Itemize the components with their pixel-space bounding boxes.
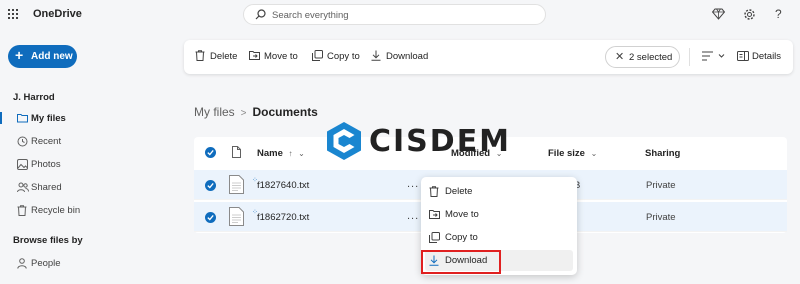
column-header-file-size[interactable]: File size ⌄ <box>548 148 597 159</box>
search-icon <box>255 9 266 20</box>
sharing-status: Private <box>646 212 676 223</box>
gear-icon[interactable] <box>743 8 756 21</box>
waffle-icon[interactable] <box>8 9 18 19</box>
top-bar: OneDrive Search everything ? <box>0 0 800 30</box>
row-checkbox[interactable] <box>205 212 216 223</box>
move-to-button[interactable]: Move to <box>249 50 301 64</box>
context-menu-delete[interactable]: Delete <box>425 181 573 202</box>
selection-count-badge[interactable]: ✕ 2 selected <box>605 46 680 68</box>
sidebar-item-label: My files <box>31 113 66 124</box>
chevron-down-icon: ⌄ <box>590 149 598 158</box>
column-name-label: Name <box>257 148 283 159</box>
column-header-sharing[interactable]: Sharing <box>645 148 680 159</box>
download-label: Download <box>386 51 429 62</box>
context-menu-label: Copy to <box>445 232 478 243</box>
sidebar-item-label: Recycle bin <box>31 205 81 216</box>
move-to-label: Move to <box>264 51 298 62</box>
move-icon <box>429 210 440 219</box>
checkmark-icon <box>207 149 214 156</box>
file-name[interactable]: f1862720.txt <box>257 212 309 223</box>
context-menu-move-to[interactable]: Move to <box>425 204 573 225</box>
sidebar-item-recycle-bin[interactable]: Recycle bin <box>0 200 160 220</box>
search-box[interactable]: Search everything <box>243 4 546 25</box>
sidebar-item-shared[interactable]: Shared <box>0 177 160 197</box>
trash-icon <box>195 50 205 61</box>
row-checkbox[interactable] <box>205 180 216 191</box>
sidebar-item-label: Shared <box>31 182 62 193</box>
download-icon <box>371 50 381 61</box>
sidebar-item-my-files[interactable]: My files <box>0 108 160 128</box>
add-new-label: Add new <box>31 51 73 62</box>
delete-button[interactable]: Delete <box>195 50 250 64</box>
download-button[interactable]: Download <box>371 50 431 64</box>
folder-icon <box>17 114 28 123</box>
move-icon <box>249 51 260 60</box>
trash-icon <box>17 205 27 216</box>
add-new-button[interactable]: + Add new <box>8 45 77 68</box>
more-options-button[interactable]: ... <box>407 210 419 222</box>
selection-count: 2 selected <box>629 52 673 63</box>
plus-icon: + <box>15 47 24 63</box>
help-icon[interactable]: ? <box>775 7 782 21</box>
browse-heading: Browse files by <box>13 235 83 246</box>
search-placeholder[interactable]: Search everything <box>272 10 349 21</box>
breadcrumb-root[interactable]: My files <box>194 105 235 119</box>
sidebar-item-label: People <box>31 258 61 269</box>
active-indicator <box>0 112 2 124</box>
sidebar-item-photos[interactable]: Photos <box>0 154 160 174</box>
text-file-icon <box>229 175 244 194</box>
watermark-text: CISDEM <box>369 124 512 159</box>
breadcrumb-current: Documents <box>252 105 318 119</box>
context-menu-copy-to[interactable]: Copy to <box>425 227 573 248</box>
details-pane-icon <box>737 51 749 61</box>
column-header-name[interactable]: Name ↑ ⌄ <box>257 148 305 159</box>
file-name[interactable]: f1827640.txt <box>257 180 309 191</box>
copy-icon <box>312 50 323 61</box>
close-icon[interactable]: ✕ <box>615 50 624 63</box>
select-all-checkbox[interactable] <box>205 147 216 158</box>
highlight-annotation <box>421 250 501 274</box>
user-name: J. Harrod <box>13 92 55 103</box>
sidebar-item-label: Recent <box>31 136 62 147</box>
app-title[interactable]: OneDrive <box>33 8 82 20</box>
checkmark-icon <box>207 214 214 221</box>
cisdem-watermark: CISDEM <box>325 121 509 161</box>
details-label: Details <box>752 51 782 62</box>
command-bar: Delete Move to Copy to Download ✕ 2 sele… <box>184 40 793 74</box>
delete-label: Delete <box>210 51 238 62</box>
context-menu-label: Move to <box>445 209 479 220</box>
context-menu-label: Delete <box>445 186 473 197</box>
divider <box>689 48 690 66</box>
sort-button[interactable] <box>701 50 727 65</box>
trash-icon <box>429 186 439 197</box>
sort-ascending-icon: ↑ <box>288 149 293 158</box>
checkmark-icon <box>207 182 214 189</box>
file-type-icon <box>232 146 241 158</box>
copy-to-label: Copy to <box>327 51 360 62</box>
people-icon <box>17 182 29 193</box>
cisdem-logo-icon <box>327 122 361 160</box>
text-file-icon <box>229 207 244 226</box>
sidebar-item-recent[interactable]: Recent <box>0 131 160 151</box>
sidebar-item-label: Photos <box>31 159 61 170</box>
column-sharing-label: Sharing <box>645 148 681 159</box>
breadcrumb-separator: > <box>240 108 247 119</box>
sort-icon <box>702 51 725 61</box>
photo-icon <box>17 159 28 170</box>
more-options-button[interactable]: ... <box>407 178 419 190</box>
breadcrumb: My files > Documents <box>194 105 318 119</box>
copy-to-button[interactable]: Copy to <box>312 50 364 64</box>
chevron-down-icon: ⌄ <box>298 149 305 158</box>
column-file-size-label: File size <box>548 148 585 159</box>
diamond-icon[interactable] <box>712 8 725 20</box>
clock-icon <box>17 136 28 147</box>
sharing-status: Private <box>646 180 676 191</box>
sidebar-item-people[interactable]: People <box>0 253 160 273</box>
person-icon <box>17 258 27 269</box>
copy-icon <box>429 232 440 243</box>
